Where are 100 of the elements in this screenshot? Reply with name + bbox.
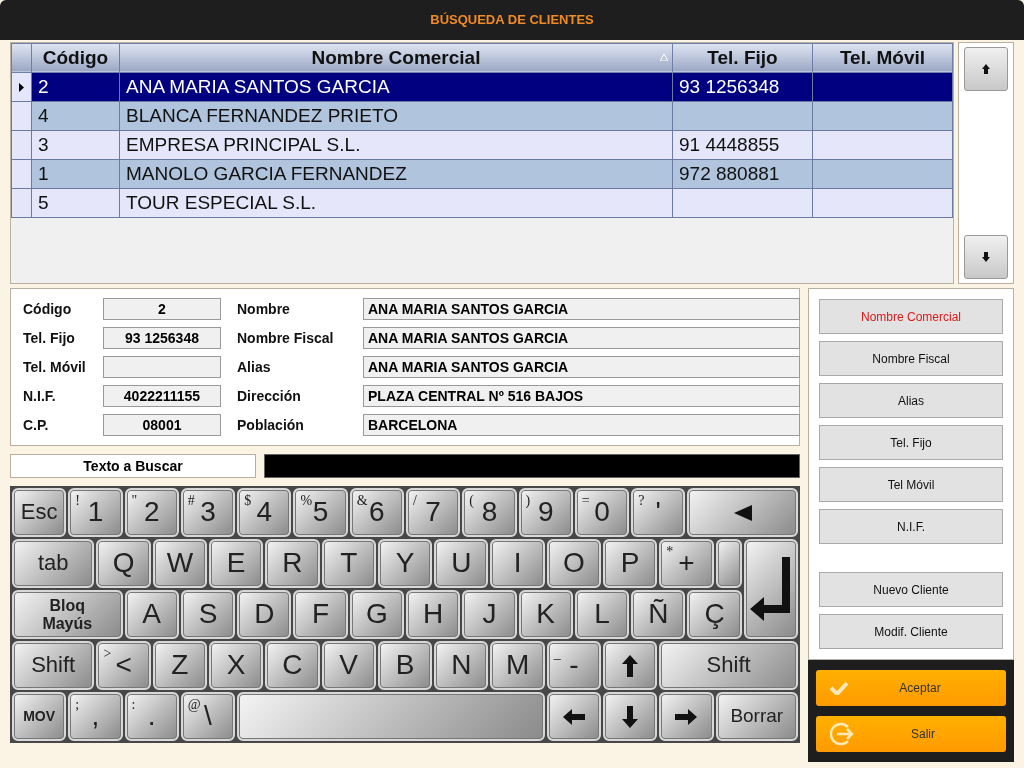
- keyboard-key[interactable]: ! 1: [68, 488, 123, 537]
- keyboard-key[interactable]: Y: [377, 539, 433, 588]
- keyboard-key[interactable]: # 3: [180, 488, 236, 537]
- keyboard-key[interactable]: $ 4: [237, 488, 292, 537]
- row-indicator[interactable]: [11, 72, 32, 102]
- right-arrow-key[interactable]: [659, 692, 714, 741]
- left-arrow-key[interactable]: [546, 692, 601, 741]
- table-cell: 91 4448855: [672, 130, 813, 160]
- column-header[interactable]: Tel. Móvil: [812, 43, 953, 73]
- table-cell: MANOLO GARCIA FERNANDEZ: [119, 159, 673, 189]
- keyboard-key[interactable]: G: [349, 590, 404, 639]
- shift-key[interactable]: Shift: [12, 641, 95, 690]
- scroll-up-button[interactable]: [964, 46, 1008, 91]
- keyboard-key[interactable]: O: [546, 539, 601, 588]
- keyboard-key[interactable]: R: [265, 539, 320, 588]
- arrow-up-icon: [982, 63, 990, 74]
- keyboard-key[interactable]: / 7: [406, 488, 461, 537]
- up-arrow-key[interactable]: [603, 641, 658, 690]
- keyboard-key[interactable]: : .: [124, 692, 179, 741]
- keyboard-key[interactable]: J: [462, 590, 517, 639]
- exit-button[interactable]: Salir: [816, 716, 1006, 752]
- keyboard-key[interactable]: %5: [293, 488, 348, 537]
- window-title: BÚSQUEDA DE CLIENTES: [430, 12, 594, 28]
- keyboard-key[interactable]: L: [574, 590, 630, 639]
- arrow-right-icon: [675, 707, 698, 726]
- keyboard-key[interactable]: ><: [96, 641, 151, 690]
- keyboard-key[interactable]: ) 9: [518, 488, 573, 537]
- keyboard-key[interactable]: &6: [349, 488, 404, 537]
- field-value: BARCELONA: [363, 414, 800, 437]
- keyboard-key[interactable]: F: [293, 590, 348, 639]
- keyboard-key[interactable]: Z: [152, 641, 207, 690]
- keyboard-key[interactable]: M: [490, 641, 545, 690]
- column-header[interactable]: Nombre Comercial: [119, 43, 673, 73]
- keyboard-key[interactable]: =0: [574, 488, 630, 537]
- tab-key[interactable]: tab: [12, 539, 95, 588]
- keyboard-key[interactable]: ; ,: [68, 692, 123, 741]
- keyboard-key[interactable]: Q: [96, 539, 151, 588]
- field-value: ANA MARIA SANTOS GARCIA: [363, 326, 800, 349]
- scroll-down-button[interactable]: [964, 235, 1008, 279]
- keyboard-key[interactable]: X: [209, 641, 264, 690]
- action-button[interactable]: Nuevo Cliente: [819, 572, 1003, 607]
- table-cell: 972 880881: [672, 159, 813, 189]
- blank-key[interactable]: [715, 539, 742, 588]
- search-by-button[interactable]: Tel. Fijo: [819, 425, 1003, 460]
- keyboard-key[interactable]: " 2: [124, 488, 179, 537]
- arrow-down-icon: [621, 705, 640, 728]
- search-label: Texto a Buscar: [10, 454, 256, 478]
- keyboard-key[interactable]: D: [237, 590, 292, 639]
- column-header[interactable]: Tel. Fijo: [672, 43, 813, 73]
- space-bar[interactable]: [237, 692, 545, 741]
- field-value: 4022211155: [103, 385, 221, 408]
- keyboard-key[interactable]: P: [603, 539, 658, 588]
- shift-key[interactable]: Shift: [659, 641, 798, 690]
- keyboard-key[interactable]: H: [406, 590, 461, 639]
- keyboard-key[interactable]: I: [490, 539, 545, 588]
- check-icon: [830, 681, 848, 695]
- field-value: 93 1256348: [103, 326, 221, 349]
- keyboard-key[interactable]: K: [518, 590, 573, 639]
- backspace-key[interactable]: [687, 488, 798, 537]
- keyboard-key[interactable]: V: [321, 641, 376, 690]
- keyboard-key[interactable]: S: [180, 590, 236, 639]
- caps-lock-key[interactable]: Bloq Mayús: [12, 590, 123, 639]
- keyboard-key[interactable]: ( 8: [462, 488, 517, 537]
- table-cell: BLANCA FERNANDEZ PRIETO: [119, 101, 673, 131]
- keyboard-key[interactable]: Ñ: [631, 590, 686, 639]
- keyboard-key[interactable]: A: [124, 590, 179, 639]
- search-by-button[interactable]: Nombre Comercial: [819, 299, 1003, 334]
- keyboard-key[interactable]: @\: [180, 692, 236, 741]
- search-by-button[interactable]: Nombre Fiscal: [819, 341, 1003, 376]
- accept-button[interactable]: Aceptar: [816, 670, 1006, 706]
- search-by-button[interactable]: N.I.F.: [819, 509, 1003, 544]
- keyboard-key[interactable]: * +: [659, 539, 714, 588]
- row-header: [11, 43, 32, 73]
- keyboard-key[interactable]: E: [209, 539, 264, 588]
- table-cell: EMPRESA PRINCIPAL S.L.: [119, 130, 673, 160]
- column-header[interactable]: Código: [31, 43, 120, 73]
- mov-key[interactable]: MOV: [12, 692, 67, 741]
- keyboard-key[interactable]: W: [152, 539, 207, 588]
- keyboard-key[interactable]: B: [377, 641, 433, 690]
- down-arrow-key[interactable]: [603, 692, 658, 741]
- keyboard-key[interactable]: N: [434, 641, 489, 690]
- keyboard-key[interactable]: C: [265, 641, 320, 690]
- field-value: PLAZA CENTRAL Nº 516 BAJOS: [363, 385, 800, 408]
- keyboard-key[interactable]: _ -: [546, 641, 601, 690]
- keyboard-key[interactable]: U: [434, 539, 489, 588]
- search-by-button[interactable]: Tel Móvil: [819, 467, 1003, 502]
- search-field[interactable]: [264, 454, 800, 478]
- field-value: ANA MARIA SANTOS GARCIA: [363, 297, 800, 320]
- keyboard-key[interactable]: ? ': [631, 488, 686, 537]
- table-cell: 2: [31, 72, 120, 102]
- enter-key[interactable]: [743, 539, 798, 639]
- delete-key[interactable]: Borrar: [715, 692, 798, 741]
- arrow-left-icon: [562, 707, 585, 726]
- escape-key[interactable]: Esc: [12, 488, 67, 537]
- keyboard-key[interactable]: Ç: [687, 590, 742, 639]
- keyboard-key[interactable]: T: [321, 539, 376, 588]
- field-label: Nombre Fiscal: [236, 329, 335, 346]
- arrow-down-icon: [982, 252, 990, 262]
- search-by-button[interactable]: Alias: [819, 383, 1003, 418]
- action-button[interactable]: Modif. Cliente: [819, 614, 1003, 649]
